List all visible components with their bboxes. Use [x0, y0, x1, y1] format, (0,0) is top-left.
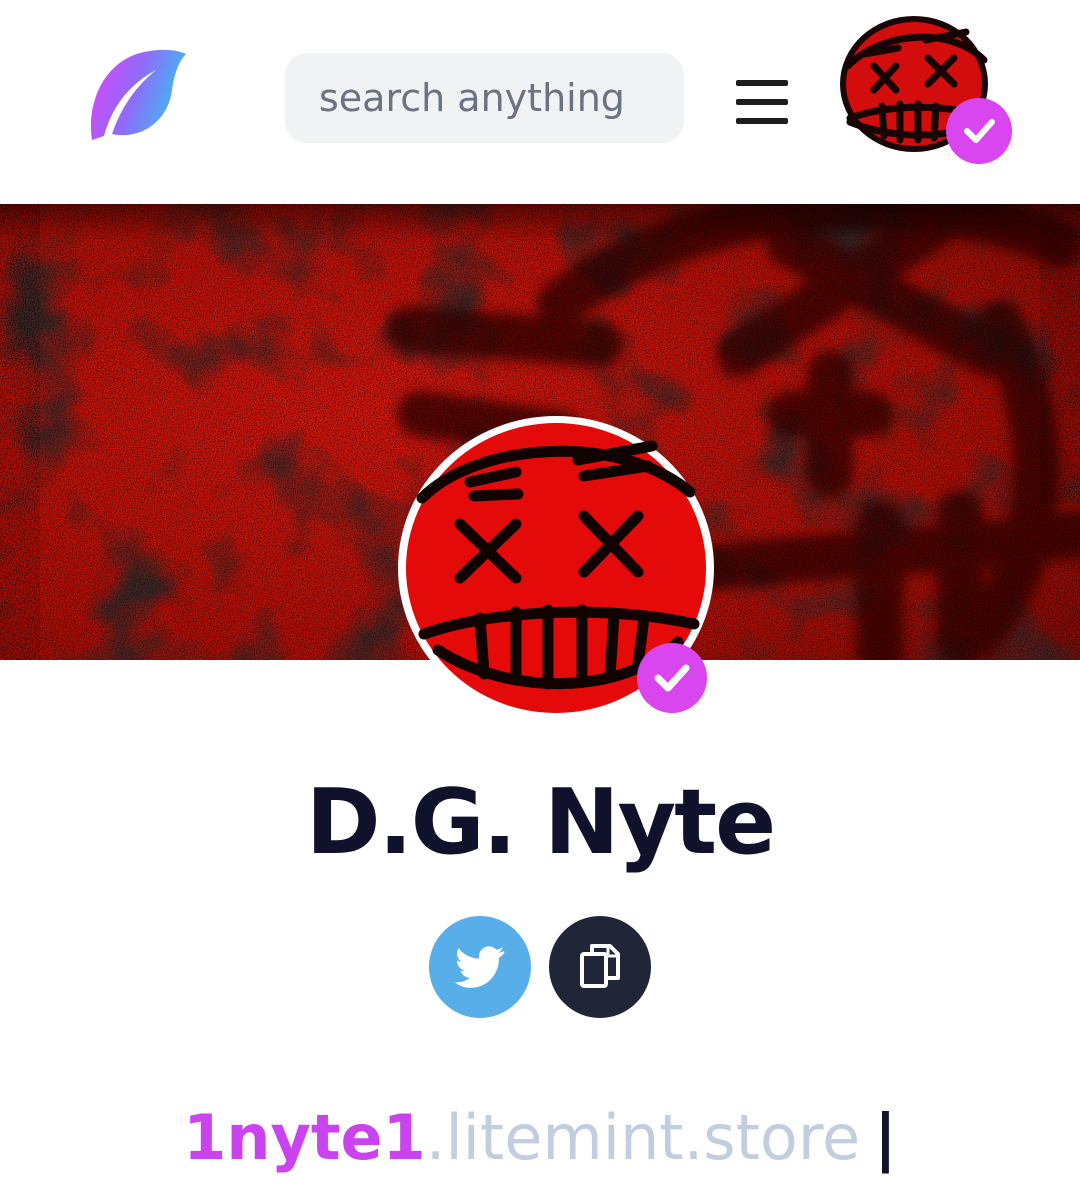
twitter-button[interactable]	[429, 916, 531, 1018]
store-domain: .litemint.store	[425, 1101, 861, 1174]
verified-check-badge-icon	[946, 98, 1012, 164]
copy-icon	[580, 944, 620, 988]
verified-check-badge-icon	[637, 643, 707, 713]
store-username: 1nyte1	[183, 1101, 426, 1174]
leaf-logo-icon[interactable]	[82, 40, 192, 150]
hamburger-menu-button[interactable]	[732, 76, 792, 128]
social-links	[0, 916, 1080, 1020]
profile-name: D.G. Nyte	[305, 770, 776, 875]
search-input[interactable]	[285, 53, 684, 143]
copy-link-button[interactable]	[549, 916, 651, 1018]
twitter-icon	[455, 946, 505, 988]
top-navigation-bar	[0, 0, 1080, 200]
text-cursor: |	[874, 1101, 897, 1174]
store-url[interactable]: 1nyte1.litemint.store |	[0, 1098, 1080, 1178]
